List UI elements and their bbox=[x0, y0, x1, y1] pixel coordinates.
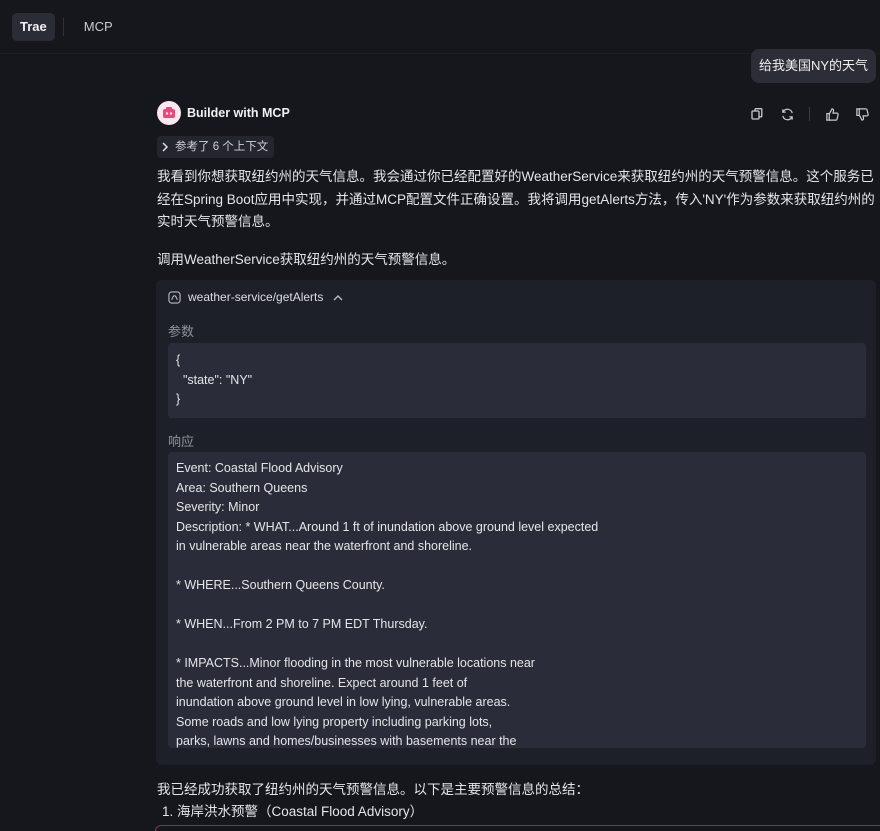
copy-icon[interactable] bbox=[747, 104, 767, 124]
chevron-right-icon bbox=[161, 142, 169, 152]
tab-divider bbox=[62, 17, 64, 36]
thumbs-down-icon[interactable] bbox=[852, 104, 872, 124]
response-line: * WHEN...From 2 PM to 7 PM EDT Thursday. bbox=[176, 617, 428, 631]
response-code-block[interactable]: Event: Coastal Flood Advisory Area: Sout… bbox=[168, 452, 866, 748]
user-message-bubble: 给我美国NY的天气 bbox=[750, 49, 876, 83]
bot-header: Builder with MCP bbox=[157, 101, 290, 125]
response-line: * WHERE...Southern Queens County. bbox=[176, 578, 385, 592]
bot-name: Builder with MCP bbox=[187, 106, 290, 120]
tool-name: weather-service/getAlerts bbox=[188, 290, 324, 304]
params-line: { bbox=[176, 353, 181, 367]
response-line: Event: Coastal Flood Advisory bbox=[176, 461, 343, 475]
params-line: } bbox=[176, 392, 181, 406]
tool-call-description: 调用WeatherService获取纽约州的天气预警信息。 bbox=[157, 252, 456, 267]
context-reference-chip[interactable]: 参考了 6 个上下文 bbox=[157, 136, 275, 158]
response-line: Description: * WHAT...Around 1 ft of inu… bbox=[176, 519, 599, 534]
response-line: Severity: Minor bbox=[176, 500, 260, 514]
response-label: 响应 bbox=[168, 434, 195, 449]
response-line: Area: Southern Queens bbox=[176, 480, 308, 495]
tab-mcp[interactable]: MCP bbox=[82, 13, 115, 41]
response-line: in vulnerable areas near the waterfront … bbox=[176, 539, 473, 553]
response-line: Some roads and low lying property includ… bbox=[176, 714, 493, 729]
params-line: "state": "NY" bbox=[176, 372, 253, 387]
list-item: 1. 海岸洪水预警（Coastal Flood Advisory） bbox=[162, 804, 424, 819]
context-chip-label: 参考了 6 个上下文 bbox=[175, 141, 269, 153]
response-line: ​ bbox=[176, 557, 858, 577]
top-tabs: Trae MCP bbox=[0, 0, 880, 54]
response-line: the waterfront and shoreline. Expect aro… bbox=[176, 675, 468, 690]
response-line: * IMPACTS...Minor flooding in the most v… bbox=[176, 656, 535, 670]
tool-call-card: weather-service/getAlerts 参数 { "state": … bbox=[156, 280, 876, 765]
tool-icon bbox=[168, 290, 181, 304]
summary-text: 我已经成功获取了纽约州的天气预警信息。以下是主要预警信息的总结： bbox=[157, 782, 589, 797]
response-line: ​ bbox=[176, 596, 858, 616]
tool-call-header[interactable]: weather-service/getAlerts bbox=[168, 290, 343, 304]
builder-avatar-icon bbox=[157, 101, 181, 125]
actions-divider bbox=[809, 107, 810, 121]
params-code-block: { "state": "NY" } bbox=[168, 343, 866, 418]
refresh-icon[interactable] bbox=[777, 104, 797, 124]
response-line: inundation above ground level in low lyi… bbox=[176, 695, 511, 709]
thumbs-up-icon[interactable] bbox=[822, 104, 842, 124]
response-line: ​ bbox=[176, 635, 858, 655]
assistant-intro-text: 我看到你想获取纽约州的天气信息。我会通过你已经配置好的WeatherServic… bbox=[157, 169, 875, 229]
response-line: parks, lawns and homes/businesses with b… bbox=[176, 734, 517, 748]
tab-trae[interactable]: Trae bbox=[12, 12, 55, 41]
message-actions bbox=[737, 104, 872, 124]
chevron-up-icon[interactable] bbox=[333, 294, 343, 301]
params-label: 参数 bbox=[168, 324, 195, 339]
next-card-edge bbox=[155, 825, 880, 831]
